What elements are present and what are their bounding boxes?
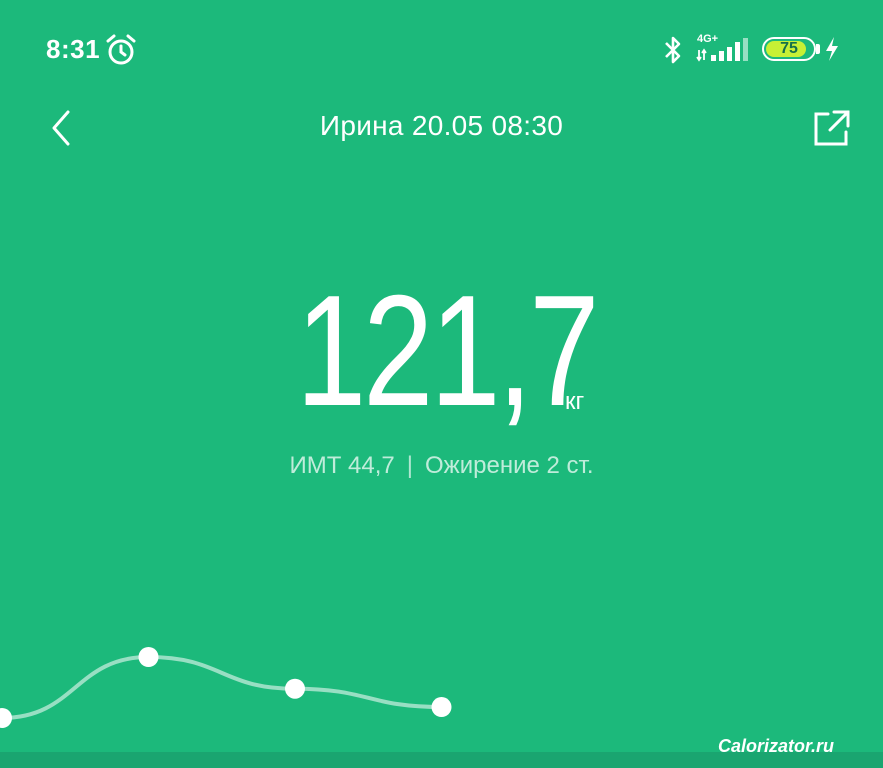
- trend-point-1[interactable]: [138, 647, 159, 667]
- weight-unit: кг: [565, 388, 585, 415]
- alarm-icon: [106, 34, 136, 65]
- obesity-category: Ожирение 2 ст.: [425, 452, 594, 479]
- trend-point-2[interactable]: [285, 678, 305, 699]
- signal-icon: [696, 38, 748, 62]
- status-bar: 8:31 4G+ 75: [0, 0, 883, 100]
- separator: |: [406, 452, 413, 479]
- battery-tip: [816, 44, 820, 54]
- bluetooth-icon: [665, 36, 681, 64]
- watermark: Calorizator.ru: [718, 736, 835, 756]
- trend-line: [0, 654, 444, 720]
- status-time: 8:31: [46, 34, 101, 64]
- bmi-summary: ИМТ 44,7 | Ожирение 2 ст.: [0, 452, 883, 480]
- bmi-value: ИМТ 44,7: [289, 452, 395, 479]
- charging-icon: [826, 37, 838, 61]
- battery-level: 75: [780, 40, 798, 57]
- trend-point-0[interactable]: [0, 708, 12, 728]
- page-title: Ирина 20.05 08:30: [319, 110, 564, 141]
- share-button[interactable]: [812, 108, 852, 148]
- weight-value: 121,7: [296, 263, 600, 439]
- trend-point-3[interactable]: [431, 697, 452, 718]
- battery-icon: 75: [762, 37, 816, 61]
